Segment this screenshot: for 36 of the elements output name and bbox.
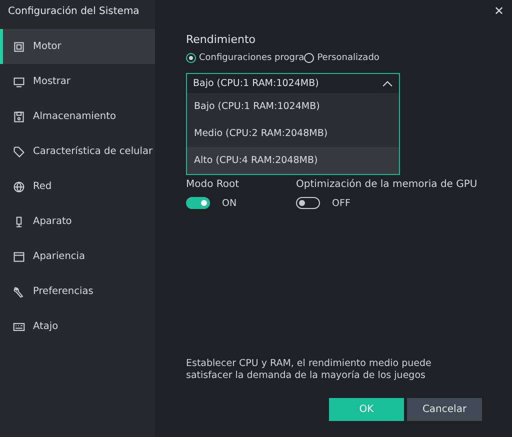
sidebar-item[interactable]: Característica de celular (0, 134, 155, 169)
dropdown-option[interactable]: Medio (CPU:2 RAM:2048MB) (187, 120, 399, 147)
sidebar-item[interactable]: Aparato (0, 204, 155, 239)
toggle-label: Modo Root (186, 179, 240, 190)
toggle-switch[interactable] (296, 197, 320, 209)
radio-indicator[interactable] (186, 53, 196, 63)
sidebar-item[interactable]: Apariencia (0, 239, 155, 274)
window-icon (13, 250, 25, 262)
sidebar-item[interactable]: Red (0, 169, 155, 204)
section-heading: Rendimiento (186, 33, 256, 46)
toggle-state: OFF (332, 198, 350, 208)
radio-option[interactable]: Personalizado (304, 53, 380, 63)
sidebar-item[interactable]: Atajo (0, 309, 155, 344)
radio-indicator[interactable] (304, 53, 314, 63)
sidebar-item[interactable]: Motor (0, 29, 155, 64)
cancel-button[interactable]: Cancelar (407, 398, 482, 421)
tag-icon (13, 146, 25, 158)
sidebar-item[interactable]: Mostrar (0, 64, 155, 99)
radio-label: Personalizado (317, 53, 380, 63)
globe-icon (13, 180, 25, 192)
wrench-icon (13, 286, 25, 298)
sidebar-item[interactable]: Almacenamiento (0, 99, 155, 134)
dropdown-option[interactable]: Bajo (CPU:1 RAM:1024MB) (187, 93, 399, 120)
close-button[interactable]: ✕ (494, 4, 504, 18)
caret-icon (382, 80, 393, 87)
monitor-icon (13, 76, 25, 88)
window-title: Configuración del Sistema (7, 5, 140, 19)
keyboard-icon (13, 320, 25, 332)
dropdown-option[interactable]: Alto (CPU:4 RAM:2048MB) (187, 147, 399, 174)
sidebar-item[interactable]: Preferencias (0, 274, 155, 309)
performance-dropdown[interactable]: Bajo (CPU:1 RAM:1024MB) (186, 73, 400, 94)
description-text: Establecer CPU y RAM, el rendimiento medio puede satisfacer la demanda de la mayoría de los juegos (186, 358, 432, 382)
chip-icon (13, 40, 25, 52)
toggle-state: ON (222, 198, 237, 208)
toggle-switch[interactable] (186, 197, 210, 209)
toggle-label: Optimización de la memoria de GPU (296, 179, 478, 190)
